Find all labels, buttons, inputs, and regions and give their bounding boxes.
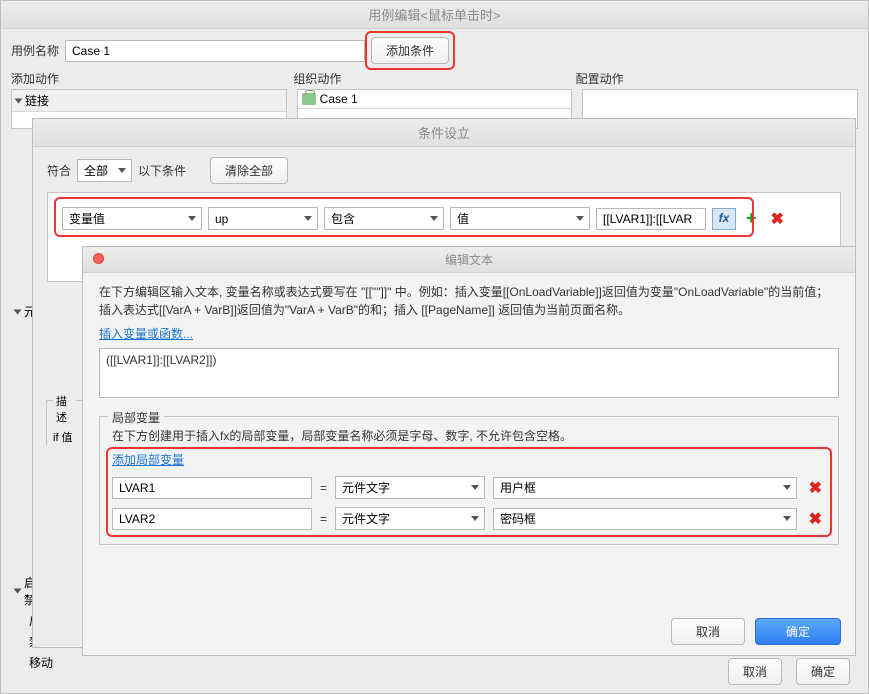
local-vars-legend: 局部变量 [108,409,164,426]
chevron-down-icon [14,589,22,594]
add-local-var-link[interactable]: 添加局部变量 [112,453,184,467]
lvar-name-input[interactable] [112,477,312,499]
local-vars-note: 在下方创建用于插入fx的局部变量，局部变量名称必须是字母、数字, 不允许包含空格… [112,427,826,445]
close-icon[interactable] [93,253,104,264]
fx-button[interactable]: fx [712,208,736,230]
edit-text-title: 编辑文本 [83,247,855,273]
remove-lvar-icon[interactable]: ✖ [805,478,826,498]
equals-sign: = [320,512,327,526]
case-name-label: 用例名称 [11,42,59,59]
chevron-down-icon [14,309,22,314]
lvar-type-select[interactable]: 元件文字 [335,476,485,499]
cond-type-select[interactable]: 变量值 [62,207,202,230]
clear-all-button[interactable]: 清除全部 [210,157,288,184]
lvar-target-input[interactable] [493,477,797,499]
main-cancel-button[interactable]: 取消 [728,658,782,685]
local-var-row: = 元件文字 ✖ [112,507,826,530]
cond-value-input[interactable] [596,208,706,230]
condition-title: 条件设立 [33,119,855,147]
add-condition-icon[interactable]: + [742,208,761,229]
lvar-target-input[interactable] [493,508,797,530]
section-org-actions: 组织动作 [293,70,575,87]
remove-condition-icon[interactable]: ✖ [767,209,788,229]
match-mode-select[interactable]: 全部 [77,159,132,182]
lvar-name-input[interactable] [112,508,312,530]
local-var-row: = 元件文字 ✖ [112,476,826,499]
add-condition-button[interactable]: 添加条件 [371,37,449,64]
edit-text-window: 编辑文本 在下方编辑区输入文本, 变量名称或表达式要写在 "[[""]]" 中。… [82,246,856,656]
cond-var-select[interactable]: up [208,207,318,230]
case-item[interactable]: Case 1 [298,90,572,109]
et-ok-button[interactable]: 确定 [755,618,841,645]
equals-sign: = [320,481,327,495]
remove-lvar-icon[interactable]: ✖ [805,509,826,529]
insert-var-link[interactable]: 插入变量或函数... [99,327,193,341]
main-ok-button[interactable]: 确定 [796,658,850,685]
match-label: 符合 [47,162,71,179]
et-cancel-button[interactable]: 取消 [671,618,745,645]
tree-item-link[interactable]: 链接 [12,90,286,112]
description-section-stub: 描述 if 值 [46,400,82,445]
cond-op-select[interactable]: 包含 [324,207,444,230]
window-title: 用例编辑<鼠标单击时> [1,1,868,29]
lvar-type-select[interactable]: 元件文字 [335,507,485,530]
section-cfg-actions: 配置动作 [576,70,858,87]
local-vars-fieldset: 局部变量 在下方创建用于插入fx的局部变量，局部变量名称必须是字母、数字, 不允… [99,416,839,545]
chevron-down-icon[interactable] [783,485,791,490]
help-text: 在下方编辑区输入文本, 变量名称或表达式要写在 "[[""]]" 中。例如：插入… [99,283,839,319]
case-icon [302,93,316,105]
condition-row: 变量值 up 包含 值 fx + ✖ [62,207,826,230]
section-add-actions: 添加动作 [11,70,293,87]
chevron-down-icon[interactable] [783,516,791,521]
chevron-down-icon [15,98,23,103]
case-name-input[interactable] [65,40,365,62]
cond-rhs-type-select[interactable]: 值 [450,207,590,230]
expression-input[interactable]: ([[LVAR1]]:[[LVAR2]]) [99,348,839,398]
